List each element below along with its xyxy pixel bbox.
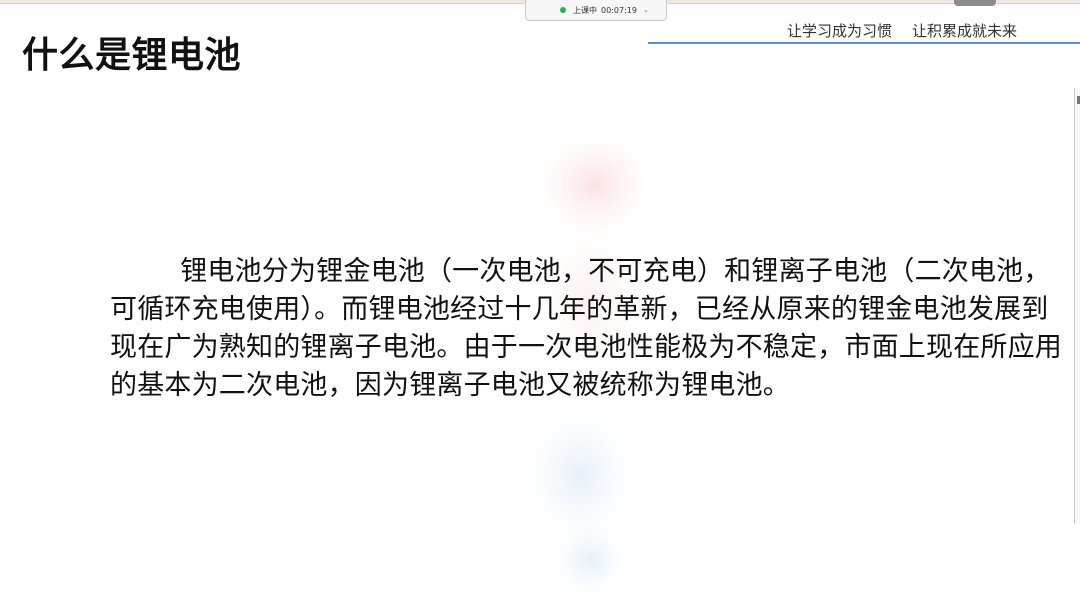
header-slogan: 让学习成为习惯 让积累成就未来 [787, 20, 1080, 41]
live-status-dot-icon [560, 7, 566, 13]
slide-title: 什么是锂电池 [22, 35, 242, 76]
slogan-right: 让积累成就未来 [912, 22, 1018, 40]
class-timer: 00:07:19 [601, 5, 637, 15]
chevron-down-icon[interactable]: ⌄ [643, 6, 649, 14]
class-status-label: 上课中 [573, 5, 597, 15]
slogan-left: 让学习成为习惯 [787, 22, 893, 40]
header-rule [648, 42, 1080, 44]
class-status-pill[interactable]: 上课中 00:07:19 ⌄ [525, 0, 667, 21]
window-drag-handle[interactable] [954, 0, 996, 6]
slide-body-paragraph: 锂电池分为锂金电池（一次电池，不可充电）和锂离子电池（二次电池，可循环充电使用）… [110, 256, 1062, 401]
side-scrollbar[interactable] [1074, 88, 1080, 524]
